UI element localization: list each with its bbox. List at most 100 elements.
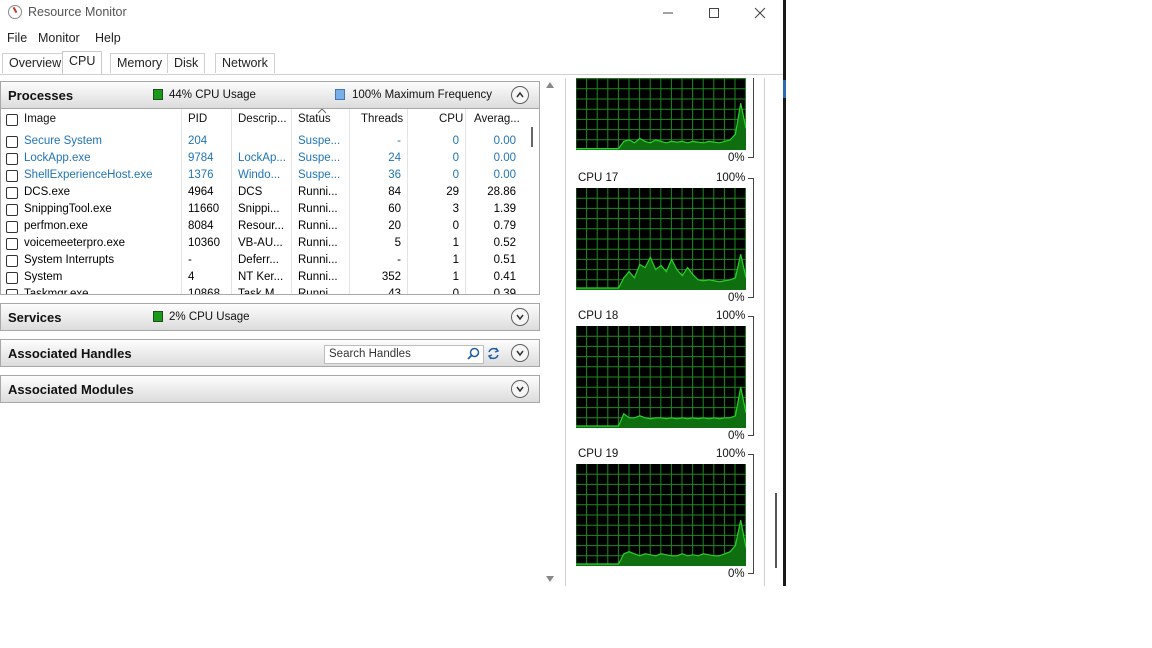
row-checkbox[interactable] [6, 255, 18, 267]
maximize-icon [709, 8, 719, 18]
cpu-graph-min-label: 0% [728, 152, 745, 164]
cell-cpu: 0 [452, 135, 459, 147]
menu-bar: File Monitor Help [0, 28, 783, 48]
left-pane-scrollbar[interactable] [543, 78, 557, 586]
search-handles-placeholder: Search Handles [329, 348, 411, 360]
max-frequency-meter-icon [335, 89, 345, 100]
row-checkbox[interactable] [6, 187, 18, 199]
refresh-icon[interactable] [486, 346, 501, 361]
cell-status: Suspe... [298, 169, 341, 181]
cell-image: SnippingTool.exe [24, 203, 112, 215]
cell-threads: 20 [388, 220, 401, 232]
row-checkbox[interactable] [6, 289, 18, 294]
table-row[interactable]: SnippingTool.exe 11660 Snippi... Runni... 60… [1, 202, 526, 219]
table-row[interactable]: DCS.exe 4964 DCS Runni... 84 29 28.86 [1, 185, 526, 202]
cpu-graph-label: CPU 19 [578, 448, 619, 460]
column-average-cpu[interactable]: Averag... [474, 113, 520, 125]
minimize-button[interactable] [645, 0, 691, 26]
row-checkbox[interactable] [6, 170, 18, 182]
cell-desc: Windo... [238, 169, 281, 181]
cell-status: Runni... [298, 203, 338, 215]
scrollbar-thumb[interactable] [531, 127, 533, 147]
column-cpu[interactable]: CPU [439, 113, 463, 125]
cpu-graph [576, 326, 746, 428]
cell-threads: 43 [388, 288, 401, 295]
cell-image: Taskmgr.exe [24, 288, 89, 295]
table-row[interactable]: System 4 NT Ker... Runni... 352 1 0.41 [1, 270, 526, 287]
expand-modules-button[interactable] [511, 380, 529, 398]
cell-avg: 0.52 [493, 237, 516, 249]
cpu-graph-min-label: 0% [728, 430, 745, 442]
cell-image: voicemeeterpro.exe [24, 237, 125, 249]
tab-overview[interactable]: Overview [2, 53, 69, 73]
column-pid[interactable]: PID [188, 113, 207, 125]
associated-modules-header[interactable]: Associated Modules [0, 375, 540, 403]
search-icon[interactable] [467, 347, 480, 360]
processes-scrollbar[interactable] [527, 123, 537, 293]
cell-cpu: 1 [452, 271, 459, 283]
expand-services-button[interactable] [511, 308, 529, 326]
chevron-down-icon [516, 350, 524, 357]
tab-memory[interactable]: Memory [110, 53, 170, 73]
cpu-graph-plot [576, 464, 746, 566]
cell-image: LockApp.exe [24, 152, 91, 164]
cell-pid: 8084 [188, 220, 214, 232]
cell-pid: 4 [188, 271, 195, 283]
maximize-button[interactable] [691, 0, 737, 26]
cell-image: System Interrupts [24, 254, 115, 266]
table-row[interactable]: System Interrupts - Deferr... Runni... - 1 0.5… [1, 253, 526, 270]
cpu-graph-label: CPU 17 [578, 172, 619, 184]
table-row[interactable]: voicemeeterpro.exe 10360 VB-AU... Runni... 5… [1, 236, 526, 253]
tab-disk[interactable]: Disk [167, 53, 206, 73]
cell-avg: 0.39 [493, 288, 516, 295]
menu-file[interactable]: File [7, 31, 27, 45]
cpu-graph-max-label: 100% [716, 310, 746, 322]
row-checkbox[interactable] [6, 153, 18, 165]
cell-status: Suspe... [298, 135, 341, 147]
row-checkbox[interactable] [6, 136, 18, 148]
table-row[interactable]: ShellExperienceHost.exe 1376 Windo... Suspe… [1, 168, 526, 185]
graphs-scrollbar[interactable] [764, 78, 779, 586]
processes-header[interactable]: Processes 44% CPU Usage 100% Maximum Fre… [0, 81, 540, 109]
column-image[interactable]: Image [24, 113, 56, 125]
column-description[interactable]: Descrip... [238, 113, 287, 125]
services-cpu-usage: 2% CPU Usage [169, 311, 250, 323]
cpu-usage-meter-icon [153, 311, 163, 322]
row-checkbox[interactable] [6, 238, 18, 250]
table-row[interactable]: perfmon.exe 8084 Resour... Runni... 20 0 0.79 [1, 219, 526, 236]
select-all-checkbox[interactable] [6, 114, 18, 126]
chevron-up-icon [516, 91, 524, 98]
scroll-down-arrow-icon[interactable] [546, 576, 554, 582]
cell-cpu: 1 [452, 254, 459, 266]
cell-threads: - [397, 254, 401, 266]
cell-status: Runni... [298, 254, 338, 266]
column-threads[interactable]: Threads [361, 113, 403, 125]
cpu-graph-plot [576, 326, 746, 428]
collapse-processes-button[interactable] [511, 86, 529, 104]
search-handles-input[interactable]: Search Handles [324, 345, 484, 364]
associated-handles-header[interactable]: Associated Handles Search Handles [0, 339, 540, 367]
tab-network[interactable]: Network [215, 53, 275, 73]
scroll-up-arrow-icon[interactable] [546, 82, 554, 88]
scrollbar-thumb[interactable] [775, 493, 777, 568]
tab-cpu[interactable]: CPU [62, 51, 103, 74]
cell-avg: 28.86 [487, 186, 516, 198]
row-checkbox[interactable] [6, 272, 18, 284]
cell-status: Runni... [298, 220, 338, 232]
cell-pid: 10360 [188, 237, 220, 249]
services-header[interactable]: Services 2% CPU Usage [0, 303, 540, 331]
column-status[interactable]: Status [298, 113, 331, 125]
expand-handles-button[interactable] [511, 344, 529, 362]
close-button[interactable] [737, 0, 783, 26]
table-row[interactable]: LockApp.exe 9784 LockAp... Suspe... 24 0 0.00 [1, 151, 526, 168]
menu-monitor[interactable]: Monitor [38, 31, 80, 45]
table-row[interactable]: Taskmgr.exe 10868 Task M... Runni... 43 0 0.39 [1, 287, 526, 295]
cpu-graph-scale-bracket [748, 454, 754, 574]
menu-help[interactable]: Help [95, 31, 121, 45]
cell-pid: 10868 [188, 288, 220, 295]
row-checkbox[interactable] [6, 204, 18, 216]
table-row[interactable]: Secure System 204 Suspe... - 0 0.00 [1, 134, 526, 151]
window-title: Resource Monitor [28, 5, 127, 19]
cell-status: Suspe... [298, 152, 341, 164]
row-checkbox[interactable] [6, 221, 18, 233]
